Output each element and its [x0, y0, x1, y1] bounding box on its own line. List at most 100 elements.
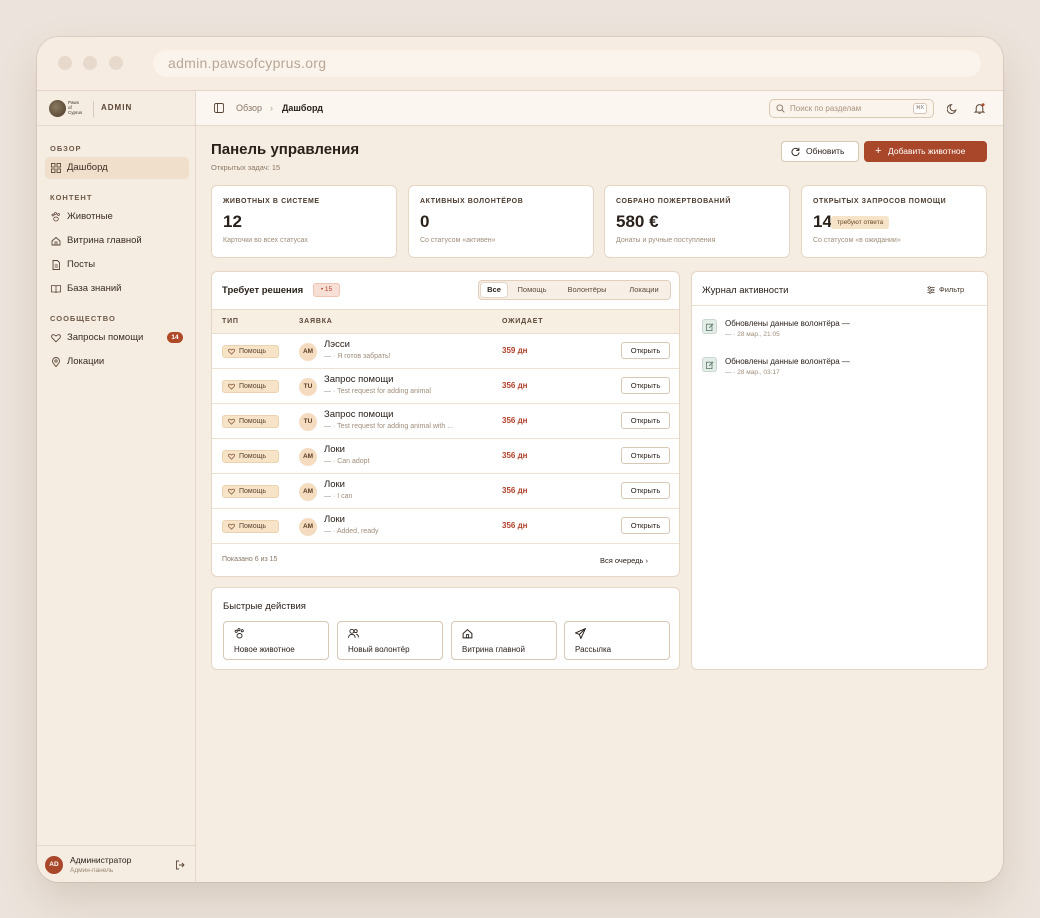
type-label: Помощь	[239, 453, 267, 460]
stat-card-volunteers: АКТИВНЫХ ВОЛОНТЁРОВ 0 Со статусом «актив…	[408, 185, 594, 258]
address-bar[interactable]: admin.pawsofcyprus.org	[153, 50, 981, 77]
table-row[interactable]: Помощь AM Локи — · I can 356 дн Открыть	[212, 474, 679, 509]
add-animal-button[interactable]: + Добавить животное	[864, 141, 987, 162]
new-animal-button[interactable]: Новое животное	[223, 621, 329, 660]
sidebar-toggle-icon[interactable]	[214, 103, 224, 113]
grid-icon	[51, 163, 61, 173]
page-subtitle: Открытых задач: 15	[211, 163, 281, 172]
type-badge: Помощь	[222, 415, 279, 428]
table-row[interactable]: Помощь AM Локи — · Can adopt 356 дн Откр…	[212, 439, 679, 474]
browser-window: admin.pawsofcyprus.org Paws of Cyprus ADMI…	[37, 37, 1003, 882]
user-role: Админ-панель	[70, 867, 114, 874]
table-row[interactable]: Помощь AM Лэсси — · Я готов забрать! 359…	[212, 334, 679, 369]
activity-filter-button[interactable]: Фильтр	[927, 285, 964, 294]
queue-count-badge: • 15	[313, 283, 340, 297]
quick-action-label: Новое животное	[234, 645, 295, 654]
sidebar-item-label: Запросы помощи	[67, 332, 144, 343]
refresh-button[interactable]: Обновить	[781, 141, 859, 162]
window-close-dot[interactable]	[58, 56, 72, 70]
open-button[interactable]: Открыть	[621, 412, 670, 429]
request-subtitle: — · Test request for adding animal with …	[324, 423, 454, 430]
stat-label: ОТКРЫТЫХ ЗАПРОСОВ ПОМОЩИ	[813, 198, 947, 205]
waiting-time: 356 дн	[502, 486, 528, 495]
request-subtitle: — · I can	[324, 493, 353, 500]
tab-locations[interactable]: Локации	[621, 283, 667, 297]
new-volunteer-button[interactable]: Новый волонтёр	[337, 621, 443, 660]
type-label: Помощь	[239, 383, 267, 390]
sidebar-item-animals[interactable]: Животные	[45, 206, 189, 228]
tab-all[interactable]: Все	[481, 283, 507, 297]
avatar: AD	[45, 856, 63, 874]
sidebar-item-label: Посты	[67, 259, 96, 270]
request-title: Запрос помощи	[324, 374, 394, 385]
logo-icon	[49, 100, 66, 117]
avatar: AM	[299, 483, 317, 501]
stat-value: 14	[813, 212, 832, 231]
moon-icon[interactable]	[947, 103, 958, 114]
sidebar-item-homepage[interactable]: Витрина главной	[45, 230, 189, 252]
table-row[interactable]: Помощь TU Запрос помощи — · Test request…	[212, 369, 679, 404]
main-content: Панель управления Открытых задач: 15 Обн…	[196, 126, 1003, 882]
stat-label: АКТИВНЫХ ВОЛОНТЁРОВ	[420, 198, 524, 205]
sidebar-item-knowledge-base[interactable]: База знаний	[45, 278, 189, 300]
table-row[interactable]: Помощь AM Локи — · Added, ready 356 дн О…	[212, 509, 679, 544]
table-header: ТИП ЗАЯВКА ОЖИДАЕТ	[212, 309, 679, 334]
stat-value: 0	[420, 212, 430, 231]
book-icon	[51, 285, 61, 294]
request-title: Локи	[324, 479, 345, 490]
sidebar-item-dashboard[interactable]: Дашборд	[45, 157, 189, 179]
activity-text: Обновлены данные волонтёра —	[725, 319, 850, 328]
nav-section-overview: ОБЗОР	[50, 144, 82, 153]
waiting-time: 356 дн	[502, 451, 528, 460]
request-subtitle: — · Test request for adding animal	[324, 388, 431, 395]
bell-icon[interactable]	[974, 103, 985, 114]
request-subtitle: — · Can adopt	[324, 458, 370, 465]
logout-icon[interactable]	[175, 860, 185, 870]
logo-text: Paws of Cyprus	[68, 100, 83, 115]
table-row[interactable]: Помощь TU Запрос помощи — · Test request…	[212, 404, 679, 439]
users-icon	[348, 628, 359, 638]
column-waiting: ОЖИДАЕТ	[502, 318, 544, 325]
open-button[interactable]: Открыть	[621, 377, 670, 394]
quick-actions-title: Быстрые действия	[223, 601, 306, 612]
quick-actions-card: Быстрые действия Новое животное Новый во…	[211, 587, 680, 670]
newsletter-button[interactable]: Рассылка	[564, 621, 670, 660]
open-button[interactable]: Открыть	[621, 447, 670, 464]
type-badge: Помощь	[222, 380, 279, 393]
window-maximize-dot[interactable]	[109, 56, 123, 70]
search-input[interactable]: Поиск по разделам ⌘K	[769, 99, 934, 118]
open-button[interactable]: Открыть	[621, 342, 670, 359]
search-icon	[776, 104, 785, 113]
activity-item: Обновлены данные волонтёра — — · 28 мар.…	[702, 356, 972, 386]
open-button[interactable]: Открыть	[621, 482, 670, 499]
tab-volunteers[interactable]: Волонтёры	[559, 283, 615, 297]
breadcrumb-overview[interactable]: Обзор	[236, 103, 262, 113]
open-button[interactable]: Открыть	[621, 517, 670, 534]
sidebar: Paws of Cyprus ADMIN ОБЗОР Дашборд КОНТЕНТ…	[37, 91, 196, 882]
stat-card-animals: ЖИВОТНЫХ В СИСТЕМЕ 12 Карточки во всех с…	[211, 185, 397, 258]
browser-chrome: admin.pawsofcyprus.org	[37, 37, 1003, 90]
type-label: Помощь	[239, 348, 267, 355]
home-icon	[462, 628, 473, 639]
request-title: Запрос помощи	[324, 409, 394, 420]
current-user[interactable]: AD Администратор Админ-панель	[37, 845, 196, 882]
waiting-time: 356 дн	[502, 416, 528, 425]
file-icon	[52, 260, 60, 270]
sidebar-item-posts[interactable]: Посты	[45, 254, 189, 276]
type-badge: Помощь	[222, 450, 279, 463]
stat-hint: Карточки во всех статусах	[223, 237, 308, 244]
heart-icon	[228, 523, 235, 530]
avatar: AM	[299, 343, 317, 361]
plus-icon: +	[875, 145, 882, 157]
homepage-showcase-button[interactable]: Витрина главной	[451, 621, 557, 660]
window-minimize-dot[interactable]	[83, 56, 97, 70]
sidebar-item-locations[interactable]: Локации	[45, 351, 189, 373]
view-all-queue-link[interactable]: Вся очередь ›	[600, 556, 648, 565]
quick-action-label: Рассылка	[575, 645, 612, 654]
brand-divider	[93, 101, 94, 117]
heart-icon	[228, 348, 235, 355]
tab-help[interactable]: Помощь	[511, 283, 553, 297]
activity-log-title: Журнал активности	[702, 285, 789, 296]
sidebar-item-help-requests[interactable]: Запросы помощи 14	[45, 327, 189, 349]
request-subtitle: — · Я готов забрать!	[324, 353, 391, 360]
